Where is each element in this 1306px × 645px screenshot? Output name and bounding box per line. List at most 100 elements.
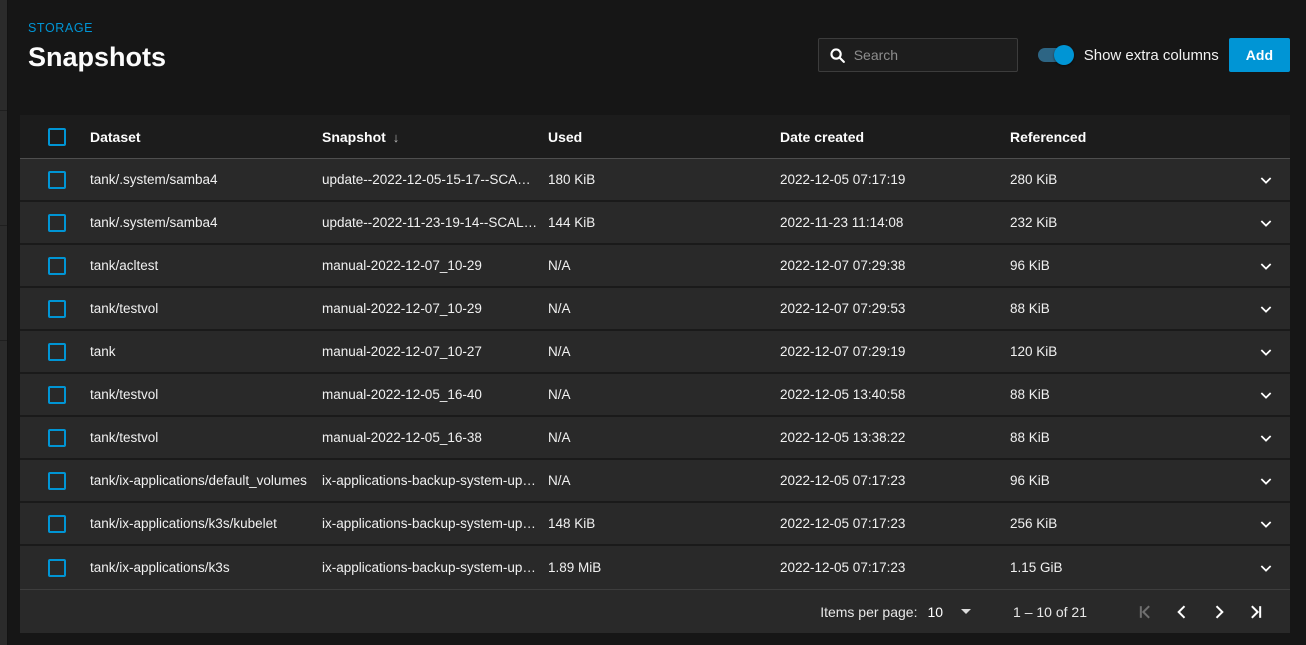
chevron-down-icon[interactable] (1258, 387, 1274, 403)
row-checkbox-cell (20, 386, 90, 404)
chevron-down-icon[interactable] (1258, 215, 1274, 231)
used-cell: N/A (548, 301, 780, 316)
chevron-down-icon[interactable] (1258, 344, 1274, 360)
used-cell: N/A (548, 430, 780, 445)
date-created-cell: 2022-11-23 11:14:08 (780, 215, 1010, 230)
sidebar-edge-divider (0, 225, 7, 226)
referenced-cell: 96 KiB (1010, 473, 1242, 488)
last-page-button[interactable] (1244, 600, 1268, 624)
row-checkbox[interactable] (48, 559, 66, 577)
breadcrumb[interactable]: STORAGE (28, 21, 166, 35)
row-checkbox-cell (20, 343, 90, 361)
table-row[interactable]: tank/ix-applications/k3s/kubelet ix-appl… (20, 503, 1290, 546)
referenced-cell: 1.15 GiB (1010, 560, 1242, 575)
chevron-down-icon[interactable] (1258, 516, 1274, 532)
caret-down-icon (961, 609, 971, 614)
items-per-page-select[interactable]: 10 (927, 604, 971, 620)
row-checkbox[interactable] (48, 171, 66, 189)
row-checkbox[interactable] (48, 300, 66, 318)
used-cell: 144 KiB (548, 215, 780, 230)
referenced-cell: 88 KiB (1010, 430, 1242, 445)
sidebar-edge (0, 0, 8, 645)
next-page-button[interactable] (1207, 600, 1231, 624)
show-extra-columns-toggle[interactable] (1038, 45, 1074, 65)
dataset-cell: tank/ix-applications/default_volumes (90, 473, 322, 488)
add-button[interactable]: Add (1229, 38, 1290, 72)
dataset-cell: tank/ix-applications/k3s/kubelet (90, 516, 322, 531)
column-header-snapshot[interactable]: Snapshot↓ (322, 129, 548, 145)
previous-page-button[interactable] (1170, 600, 1194, 624)
chevron-down-icon[interactable] (1258, 473, 1274, 489)
date-created-cell: 2022-12-07 07:29:53 (780, 301, 1010, 316)
first-page-icon (1135, 602, 1155, 622)
column-header-referenced[interactable]: Referenced (1010, 129, 1242, 145)
dataset-cell: tank/testvol (90, 387, 322, 402)
table-row[interactable]: tank/acltest manual-2022-12-07_10-29 N/A… (20, 245, 1290, 288)
table-row[interactable]: tank/testvol manual-2022-12-07_10-29 N/A… (20, 288, 1290, 331)
row-checkbox-cell (20, 257, 90, 275)
toolbar: Show extra columns Add (818, 38, 1290, 72)
column-header-dataset[interactable]: Dataset (90, 129, 322, 145)
dataset-cell: tank/testvol (90, 301, 322, 316)
column-header-date-created[interactable]: Date created (780, 129, 1010, 145)
first-page-button (1133, 600, 1157, 624)
table-row[interactable]: tank manual-2022-12-07_10-27 N/A 2022-12… (20, 331, 1290, 374)
chevron-down-icon[interactable] (1258, 258, 1274, 274)
referenced-cell: 256 KiB (1010, 516, 1242, 531)
snapshot-cell: manual-2022-12-07_10-29 (322, 258, 548, 273)
row-expand-cell (1242, 172, 1290, 188)
dataset-cell: tank/testvol (90, 430, 322, 445)
table-row[interactable]: tank/ix-applications/default_volumes ix-… (20, 460, 1290, 503)
row-checkbox[interactable] (48, 343, 66, 361)
table-row[interactable]: tank/.system/samba4 update--2022-12-05-1… (20, 159, 1290, 202)
row-expand-cell (1242, 301, 1290, 317)
table-row[interactable]: tank/.system/samba4 update--2022-11-23-1… (20, 202, 1290, 245)
row-expand-cell (1242, 516, 1290, 532)
chevron-down-icon[interactable] (1258, 301, 1274, 317)
chevron-down-icon[interactable] (1258, 430, 1274, 446)
column-header-dataset-label: Dataset (90, 129, 141, 145)
table-row[interactable]: tank/testvol manual-2022-12-05_16-38 N/A… (20, 417, 1290, 460)
row-checkbox-cell (20, 300, 90, 318)
row-checkbox[interactable] (48, 472, 66, 490)
pagination-controls (1133, 600, 1268, 624)
used-cell: 148 KiB (548, 516, 780, 531)
snapshot-cell: ix-applications-backup-system-updat… (322, 516, 548, 531)
row-checkbox[interactable] (48, 515, 66, 533)
table-row[interactable]: tank/ix-applications/k3s ix-applications… (20, 546, 1290, 589)
chevron-down-icon[interactable] (1258, 560, 1274, 576)
referenced-cell: 88 KiB (1010, 387, 1242, 402)
column-header-used[interactable]: Used (548, 129, 780, 145)
dataset-cell: tank/.system/samba4 (90, 172, 322, 187)
row-checkbox-cell (20, 429, 90, 447)
row-checkbox[interactable] (48, 214, 66, 232)
sort-descending-icon: ↓ (393, 130, 400, 145)
date-created-cell: 2022-12-07 07:29:38 (780, 258, 1010, 273)
table-header-row: Dataset Snapshot↓ Used Date created Refe… (20, 115, 1290, 159)
table-row[interactable]: tank/testvol manual-2022-12-05_16-40 N/A… (20, 374, 1290, 417)
dataset-cell: tank (90, 344, 322, 359)
date-created-cell: 2022-12-07 07:29:19 (780, 344, 1010, 359)
row-checkbox[interactable] (48, 257, 66, 275)
referenced-cell: 120 KiB (1010, 344, 1242, 359)
row-checkbox[interactable] (48, 386, 66, 404)
row-checkbox-cell (20, 171, 90, 189)
search-box[interactable] (818, 38, 1018, 72)
row-checkbox-cell (20, 559, 90, 577)
chevron-right-icon (1209, 602, 1229, 622)
used-cell: 1.89 MiB (548, 560, 780, 575)
dataset-cell: tank/.system/samba4 (90, 215, 322, 230)
page-title: Snapshots (28, 42, 166, 73)
row-checkbox[interactable] (48, 429, 66, 447)
referenced-cell: 280 KiB (1010, 172, 1242, 187)
chevron-down-icon[interactable] (1258, 172, 1274, 188)
header-checkbox-cell (20, 128, 90, 146)
search-input[interactable] (854, 47, 1007, 63)
row-expand-cell (1242, 215, 1290, 231)
dataset-cell: tank/ix-applications/k3s (90, 560, 322, 575)
row-expand-cell (1242, 560, 1290, 576)
table-body: tank/.system/samba4 update--2022-12-05-1… (20, 159, 1290, 589)
row-checkbox-cell (20, 472, 90, 490)
select-all-checkbox[interactable] (48, 128, 66, 146)
dataset-cell: tank/acltest (90, 258, 322, 273)
